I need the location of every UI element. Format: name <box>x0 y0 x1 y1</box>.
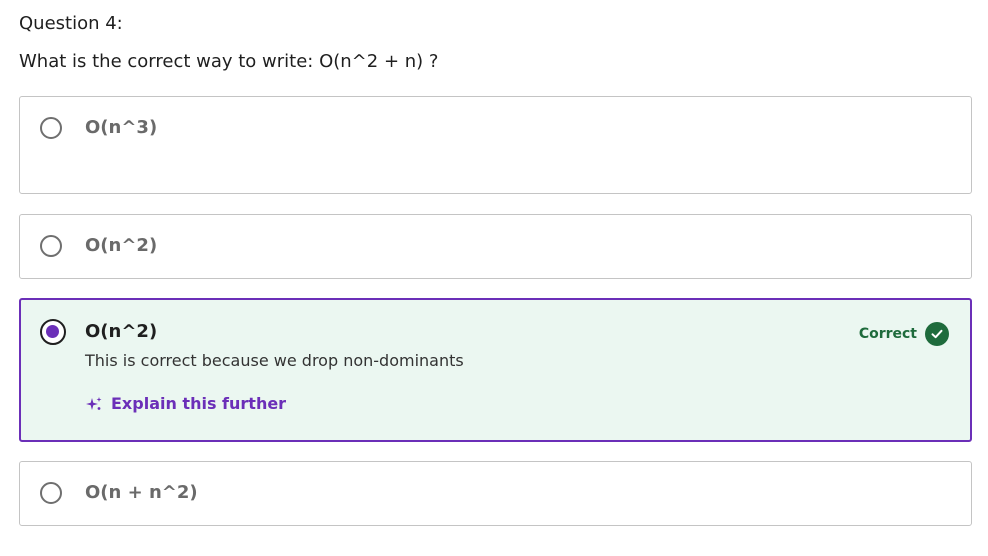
radio-button[interactable] <box>40 235 62 257</box>
answer-option-4[interactable]: O(n + n^2) <box>19 461 972 526</box>
radio-selected-icon <box>46 325 59 338</box>
option-label: O(n + n^2) <box>85 482 198 503</box>
explain-label: Explain this further <box>111 394 287 413</box>
answer-option-1[interactable]: O(n^3) <box>19 96 972 194</box>
option-label: O(n^2) <box>85 235 158 256</box>
question-number: Question 4: <box>19 13 123 34</box>
explain-further-link[interactable]: Explain this further <box>86 393 286 415</box>
radio-button[interactable] <box>40 482 62 504</box>
feedback-text: This is correct because we drop non-domi… <box>85 351 464 370</box>
status-label: Correct <box>858 326 917 342</box>
check-circle-icon <box>925 322 949 346</box>
answer-option-3-selected[interactable]: O(n^2) This is correct because we drop n… <box>19 298 972 442</box>
correct-status: Correct <box>859 322 949 346</box>
answer-option-2[interactable]: O(n^2) <box>19 214 972 279</box>
option-label: O(n^2) <box>85 321 158 342</box>
question-text: What is the correct way to write: O(n^2 … <box>19 51 439 72</box>
option-label: O(n^3) <box>85 117 158 138</box>
sparkle-icon <box>86 397 102 410</box>
radio-button[interactable] <box>40 117 62 139</box>
radio-button-selected[interactable] <box>40 319 66 345</box>
